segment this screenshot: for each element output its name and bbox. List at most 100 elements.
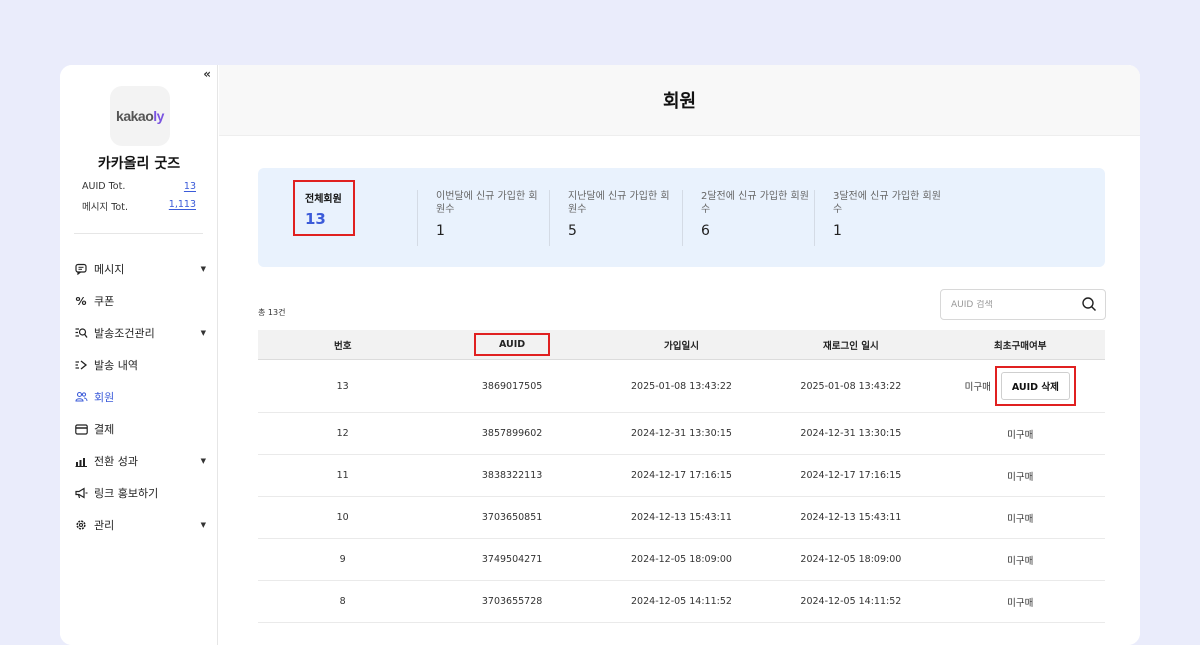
total-members-label: 전체회원: [305, 194, 342, 205]
row-relogin: 2025-01-08 13:43:22: [800, 380, 902, 392]
new-members-2-months-ago: 2달전에 신규 가입한 회원수 6: [682, 190, 814, 246]
row-number: 12: [336, 428, 349, 439]
stat-value: 5: [568, 223, 577, 239]
table-row: 13 3869017505 2025-01-08 13:43:22 2025-0…: [258, 360, 1105, 413]
divider: [74, 233, 203, 234]
table-row: 9 3749504271 2024-12-05 18:09:00 2024-12…: [258, 539, 1105, 581]
row-purchase: 미구매: [1007, 555, 1034, 567]
stat-label: 메시지 Tot.: [82, 202, 128, 213]
message-total-link[interactable]: 1,113: [169, 199, 196, 213]
sidebar-item-conversion[interactable]: 전환 성과 ▼: [74, 445, 206, 477]
message-icon: [74, 263, 88, 275]
row-joined: 2024-12-17 17:16:15: [631, 470, 732, 481]
total-members-stat: 전체회원 13: [293, 180, 355, 236]
delete-highlight: AUID 삭제: [994, 366, 1076, 406]
sidebar-item-label: 전환 성과: [94, 455, 138, 468]
stat-value: 1: [436, 223, 445, 239]
row-joined: 2024-12-05 18:09:00: [631, 554, 732, 565]
main-content: 회원 전체회원 13 이번달에 신규 가입한 회원수 1 지난달에 신규 가입한…: [219, 65, 1140, 645]
row-purchase: 미구매: [1007, 597, 1034, 609]
row-number: 11: [336, 470, 349, 481]
users-icon: [74, 391, 88, 403]
row-auid: 3703650851: [481, 512, 543, 523]
row-joined: 2024-12-31 13:30:15: [631, 428, 732, 439]
collapse-sidebar-icon[interactable]: «: [203, 67, 211, 81]
auid-search-box: [940, 289, 1106, 320]
row-joined: 2024-12-05 14:11:52: [631, 596, 732, 607]
sidebar-item-label: 링크 홍보하기: [94, 487, 159, 500]
stat-value: 1: [833, 223, 842, 239]
stat-label: 지난달에 신규 가입한 회원수: [568, 191, 670, 215]
chart-icon: [74, 456, 88, 467]
sidebar-item-label: 발송조건관리: [94, 327, 155, 340]
row-auid: 3749504271: [481, 554, 543, 565]
app-window: « kakaoly 카카올리 굿즈 AUID Tot. 13 메시지 Tot. …: [60, 65, 1140, 645]
logo-text: kakaoly: [116, 108, 164, 124]
sidebar-item-members[interactable]: 회원: [74, 381, 206, 413]
sidebar-item-coupon[interactable]: % 쿠폰: [74, 285, 206, 317]
auid-total-link[interactable]: 13: [184, 181, 196, 192]
col-header-auid: AUID: [427, 333, 596, 356]
gear-icon: [74, 519, 88, 531]
percent-icon: %: [75, 294, 87, 308]
row-relogin: 2024-12-05 14:11:52: [800, 596, 902, 607]
row-relogin: 2024-12-31 13:30:15: [800, 428, 902, 439]
row-relogin: 2024-12-13 15:43:11: [800, 512, 902, 523]
sidebar-item-settings[interactable]: 관리 ▼: [74, 509, 206, 541]
sidebar-nav: 메시지 ▼ % 쿠폰 발송조건관리 ▼ 발송 내역 회원 결제 전환 성과 ▼ …: [74, 253, 206, 541]
row-auid: 3857899602: [481, 428, 543, 439]
sidebar-item-send-history[interactable]: 발송 내역: [74, 349, 206, 381]
search-input[interactable]: [951, 299, 1071, 310]
sidebar-item-payment[interactable]: 결제: [74, 413, 206, 445]
sidebar-item-link-promo[interactable]: 링크 홍보하기: [74, 477, 206, 509]
table-row: 11 3838322113 2024-12-17 17:16:15 2024-1…: [258, 455, 1105, 497]
member-summary-panel: 전체회원 13 이번달에 신규 가입한 회원수 1 지난달에 신규 가입한 회원…: [258, 168, 1105, 267]
row-purchase: 미구매: [1007, 429, 1034, 441]
col-header-number: 번호: [333, 340, 352, 352]
table-row: 8 3703655728 2024-12-05 14:11:52 2024-12…: [258, 581, 1105, 623]
stat-label: 이번달에 신규 가입한 회원수: [436, 191, 538, 215]
new-members-3-months-ago: 3달전에 신규 가입한 회원수 1: [814, 190, 946, 246]
stat-value: 6: [701, 223, 710, 239]
table-header-row: 번호 AUID 가입일시 재로그인 일시 최초구매여부: [258, 330, 1105, 360]
stat-label: 3달전에 신규 가입한 회원수: [833, 191, 941, 215]
brand-logo: kakaoly: [110, 86, 170, 146]
new-members-last-month: 지난달에 신규 가입한 회원수 5: [549, 190, 681, 246]
caret-down-icon: ▼: [200, 457, 206, 465]
message-total-stat: 메시지 Tot. 1,113: [82, 199, 196, 213]
members-table: 번호 AUID 가입일시 재로그인 일시 최초구매여부 13 386901750…: [258, 330, 1105, 623]
sidebar-item-message[interactable]: 메시지 ▼: [74, 253, 206, 285]
delete-auid-button[interactable]: AUID 삭제: [1000, 372, 1070, 400]
sidebar-item-label: 메시지: [94, 263, 125, 276]
row-joined: 2025-01-08 13:43:22: [631, 380, 732, 392]
row-number: 10: [336, 512, 349, 523]
sidebar-item-label: 쿠폰: [94, 295, 115, 308]
row-purchase: 미구매: [1007, 471, 1034, 483]
result-count: 총 13건: [258, 308, 286, 317]
row-auid: 3869017505: [481, 380, 543, 392]
auid-total-stat: AUID Tot. 13: [82, 181, 196, 192]
sidebar-item-label: 관리: [94, 519, 115, 532]
sidebar-item-send-conditions[interactable]: 발송조건관리 ▼: [74, 317, 206, 349]
row-purchase: 미구매: [964, 382, 991, 393]
col-header-relogin: 재로그인 일시: [822, 340, 879, 352]
row-purchase-cell: 미구매 AUID 삭제: [936, 366, 1105, 406]
row-purchase: 미구매: [1007, 513, 1034, 525]
row-joined: 2024-12-13 15:43:11: [631, 512, 732, 523]
caret-down-icon: ▼: [200, 329, 206, 337]
stat-label: AUID Tot.: [82, 181, 126, 192]
table-row: 12 3857899602 2024-12-31 13:30:15 2024-1…: [258, 413, 1105, 455]
sidebar: « kakaoly 카카올리 굿즈 AUID Tot. 13 메시지 Tot. …: [60, 65, 218, 645]
caret-down-icon: ▼: [200, 265, 206, 273]
sidebar-item-label: 회원: [94, 391, 115, 404]
card-icon: [74, 423, 88, 435]
auid-header-highlight: AUID: [473, 333, 551, 356]
search-icon[interactable]: [1081, 296, 1097, 312]
row-auid: 3703655728: [481, 596, 543, 607]
send-history-icon: [74, 359, 88, 371]
new-members-this-month: 이번달에 신규 가입한 회원수 1: [417, 190, 549, 246]
sidebar-item-label: 발송 내역: [94, 359, 138, 372]
megaphone-icon: [74, 487, 88, 499]
table-row: 10 3703650851 2024-12-13 15:43:11 2024-1…: [258, 497, 1105, 539]
page-title: 회원: [662, 91, 697, 112]
